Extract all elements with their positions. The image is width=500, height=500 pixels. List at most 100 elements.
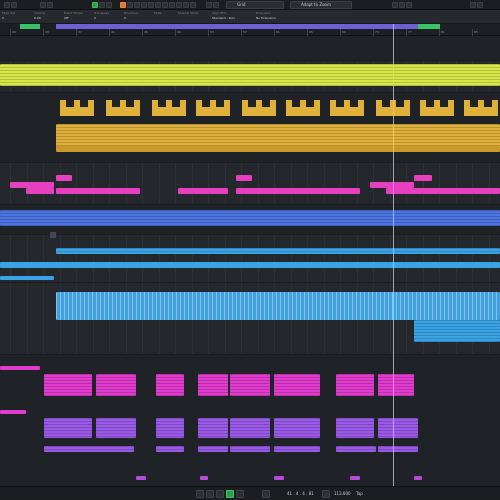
purple-midi-part[interactable] <box>156 418 184 438</box>
gold-midi-part[interactable] <box>196 100 230 116</box>
info-cell-fine-tune[interactable]: Fine-Tune 0 <box>124 11 152 23</box>
cyan-audio-event[interactable] <box>0 276 54 280</box>
yellow-audio-event[interactable] <box>0 64 500 86</box>
layout-right-icon[interactable] <box>406 2 412 8</box>
purple-midi-part[interactable] <box>336 446 376 452</box>
purple-midi-part[interactable] <box>274 446 320 452</box>
play-tool-icon[interactable] <box>183 2 189 8</box>
gold-midi-part[interactable] <box>286 100 320 116</box>
line-tool-icon[interactable] <box>176 2 182 8</box>
purple-midi-part[interactable] <box>378 446 418 452</box>
purple-midi-part[interactable] <box>230 446 270 452</box>
gold-midi-part[interactable] <box>330 100 364 116</box>
info-cell-fade-out[interactable]: Fade Out 0 <box>2 11 32 23</box>
settings-gear-icon[interactable] <box>477 2 483 8</box>
pink-midi-part[interactable] <box>414 175 432 181</box>
small-midi-part[interactable] <box>136 476 146 480</box>
gold-midi-part[interactable] <box>242 100 276 116</box>
loop-range-bar[interactable] <box>56 24 418 29</box>
tempo-display[interactable]: 113.000 <box>334 491 351 497</box>
magenta-midi-part[interactable] <box>0 366 40 370</box>
cyan-midi-part[interactable] <box>414 320 500 342</box>
pink-midi-part[interactable] <box>414 188 500 194</box>
layout-bottom-icon[interactable] <box>399 2 405 8</box>
snap-type-select[interactable]: Grid <box>226 1 284 9</box>
zoom-tool-icon[interactable] <box>155 2 161 8</box>
set-window-layout-icon[interactable] <box>470 2 476 8</box>
cycle-button[interactable] <box>196 490 204 498</box>
purple-midi-part[interactable] <box>274 418 320 438</box>
draw-tool-icon[interactable] <box>169 2 175 8</box>
gold-midi-part[interactable] <box>464 100 498 116</box>
purple-midi-part[interactable] <box>198 446 228 452</box>
pink-midi-part[interactable] <box>56 175 72 181</box>
split-tool-icon[interactable] <box>134 2 140 8</box>
small-midi-part[interactable] <box>200 476 208 480</box>
mute-tool-icon[interactable] <box>162 2 168 8</box>
tempo-track-icon[interactable] <box>322 490 330 498</box>
arrange-window[interactable] <box>0 36 500 486</box>
magenta-midi-part[interactable] <box>336 374 374 396</box>
purple-midi-part[interactable] <box>44 418 92 438</box>
record-button[interactable] <box>236 490 244 498</box>
cyan-midi-part[interactable] <box>56 292 500 320</box>
object-selection-tool-icon[interactable] <box>120 2 126 8</box>
gold-midi-part[interactable] <box>152 100 186 116</box>
cyan-audio-event[interactable] <box>56 248 500 254</box>
write-automation-button[interactable] <box>47 2 53 8</box>
gold-midi-part[interactable] <box>106 100 140 116</box>
rewind-button[interactable] <box>206 490 214 498</box>
purple-midi-part[interactable] <box>198 418 228 438</box>
magenta-midi-part[interactable] <box>198 374 228 396</box>
glue-tool-icon[interactable] <box>141 2 147 8</box>
close-window-button[interactable] <box>4 2 10 8</box>
magenta-midi-part[interactable] <box>156 374 184 396</box>
magenta-midi-part[interactable] <box>378 374 414 396</box>
playhead-cursor[interactable] <box>393 24 394 486</box>
info-cell-extension[interactable]: Extension No Extension <box>256 11 292 23</box>
stop-mini-button[interactable] <box>99 2 105 8</box>
metronome-icon[interactable] <box>262 490 270 498</box>
grid-type-icon[interactable] <box>213 2 219 8</box>
layout-left-icon[interactable] <box>392 2 398 8</box>
cyan-audio-event[interactable] <box>0 262 500 268</box>
small-midi-part[interactable] <box>274 476 284 480</box>
stop-button[interactable] <box>216 490 224 498</box>
pink-midi-part[interactable] <box>26 188 54 194</box>
muted-event[interactable] <box>50 232 56 238</box>
gold-midi-part[interactable] <box>60 100 94 116</box>
purple-midi-part[interactable] <box>378 418 418 438</box>
pink-midi-part[interactable] <box>386 188 416 194</box>
purple-midi-part[interactable] <box>96 418 136 438</box>
gold-midi-part[interactable] <box>420 100 454 116</box>
pink-midi-part[interactable] <box>56 188 140 194</box>
magenta-midi-part[interactable] <box>96 374 136 396</box>
color-tool-icon[interactable] <box>190 2 196 8</box>
magenta-midi-part[interactable] <box>230 374 270 396</box>
tap-tempo-button[interactable]: Tap <box>356 491 363 497</box>
blue-audio-event[interactable] <box>0 210 500 226</box>
pink-midi-part[interactable] <box>236 175 252 181</box>
gold-audio-event-tail[interactable] <box>56 146 500 152</box>
play-mini-button[interactable] <box>106 2 112 8</box>
range-tool-icon[interactable] <box>127 2 133 8</box>
pink-midi-part[interactable] <box>236 188 360 194</box>
info-cell-volume[interactable]: Volume 0.00 <box>34 11 62 23</box>
magenta-midi-part[interactable] <box>0 410 26 414</box>
position-display[interactable]: 41 . 4 . 4 . 81 <box>287 491 314 497</box>
purple-midi-part[interactable] <box>44 446 134 452</box>
magenta-midi-part[interactable] <box>44 374 92 396</box>
info-cell-musical-mode[interactable]: Musical Mode <box>178 11 208 23</box>
quantize-preset-select[interactable]: Adapt to Zoom <box>290 1 352 9</box>
pink-midi-part[interactable] <box>178 188 228 194</box>
info-cell-algorithm[interactable]: Algorithm Standard - Solo <box>212 11 252 23</box>
info-cell-event-phase[interactable]: Event Phase Off <box>64 11 92 23</box>
erase-tool-icon[interactable] <box>148 2 154 8</box>
purple-midi-part[interactable] <box>156 446 184 452</box>
snap-on-off-button[interactable] <box>206 2 212 8</box>
minimize-window-button[interactable] <box>11 2 17 8</box>
cycle-marker-left[interactable] <box>20 24 40 29</box>
small-midi-part[interactable] <box>414 476 422 480</box>
play-button[interactable] <box>226 490 234 498</box>
magenta-midi-part[interactable] <box>274 374 320 396</box>
